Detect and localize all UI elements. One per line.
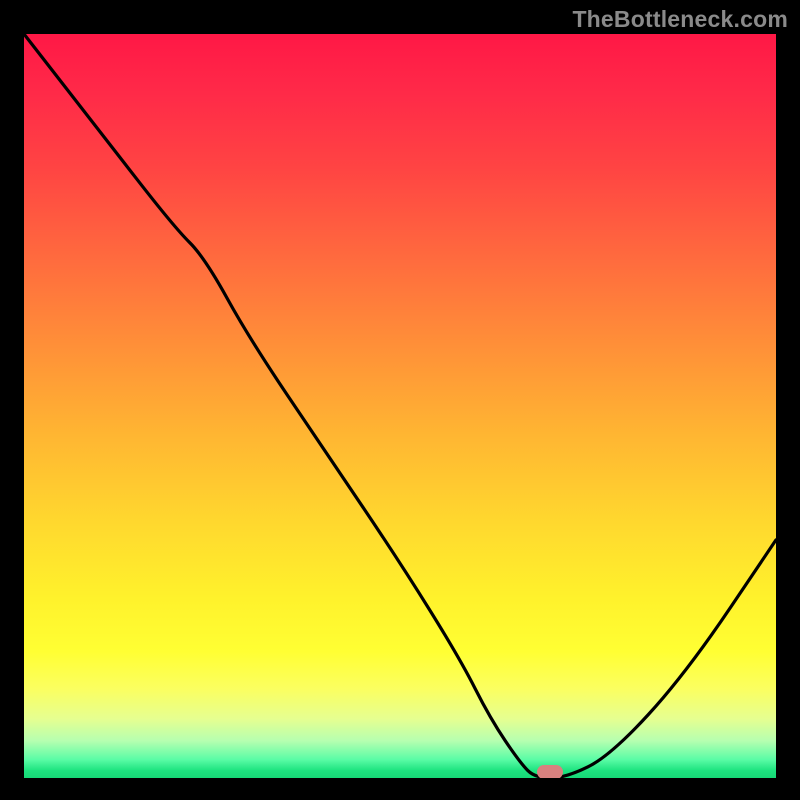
bottleneck-curve-path <box>24 34 776 778</box>
curve-layer <box>24 34 776 778</box>
plot-area <box>24 34 776 778</box>
optimum-marker <box>537 765 563 778</box>
attribution-watermark: TheBottleneck.com <box>572 6 788 33</box>
chart-frame: TheBottleneck.com <box>0 0 800 800</box>
